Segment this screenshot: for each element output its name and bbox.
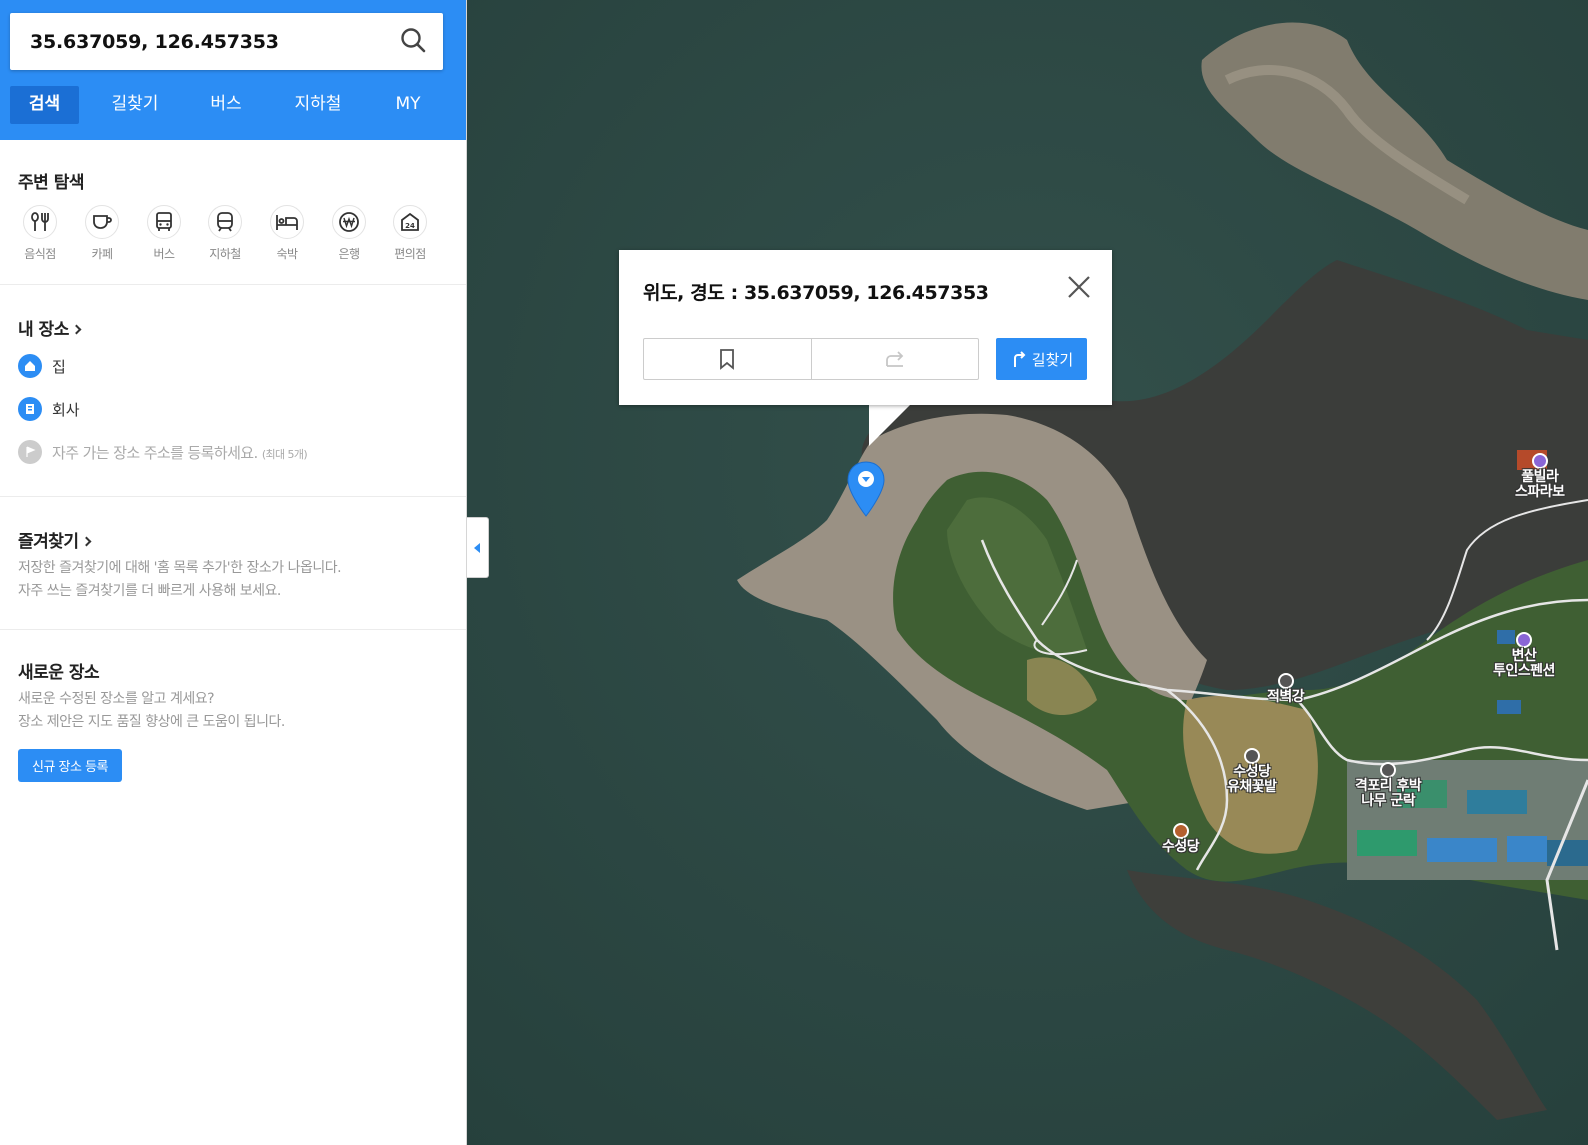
favorites-title[interactable]: 즐겨찾기 <box>18 527 92 552</box>
poi-byeonsan-pension[interactable]: 변산 투인스펜션 <box>1493 632 1555 679</box>
category-bus[interactable]: 버스 <box>139 205 189 262</box>
nearby-title: 주변 탐색 <box>18 173 84 193</box>
tab-search[interactable]: 검색 <box>10 86 79 124</box>
bed-icon <box>276 215 298 230</box>
new-places-section: 새로운 장소 새로운 수정된 장소를 알고 계세요? 장소 제안은 지도 품질 … <box>0 629 466 829</box>
building-icon <box>18 397 42 421</box>
flag-icon <box>18 440 42 464</box>
chevron-right-icon <box>71 324 82 335</box>
tab-my[interactable]: MY <box>376 86 440 124</box>
my-place-home[interactable]: 집 <box>18 354 66 378</box>
favorites-section: 즐겨찾기 저장한 즐겨찾기에 대해 '홈 목록 추가'한 장소가 나옵니다. 자… <box>0 496 466 629</box>
temple-icon <box>1172 823 1189 839</box>
my-place-work[interactable]: 회사 <box>18 397 80 421</box>
my-places-section: 내 장소 집 회사 자주 가는 장소 주소를 등록하세요. (최대 5개) <box>0 284 466 496</box>
category-convenience-store[interactable]: 24 편의점 <box>385 205 435 262</box>
main-tabs: 검색 길찾기 버스 지하철 MY <box>10 86 450 124</box>
bus-icon <box>156 212 172 231</box>
share-icon <box>885 351 904 367</box>
bookmark-icon <box>720 349 735 370</box>
new-places-title: 새로운 장소 <box>18 663 100 683</box>
close-button[interactable] <box>1066 274 1092 300</box>
coordinate-popup: 위도, 경도 : 35.637059, 126.457353 길찾기 <box>619 250 1112 405</box>
satellite-terrain <box>467 0 1588 1145</box>
category-lodging[interactable]: 숙박 <box>262 205 312 262</box>
24h-store-icon: 24 <box>401 212 419 231</box>
hotel-icon <box>1531 453 1548 469</box>
search-box <box>10 13 443 70</box>
category-cafe[interactable]: 카페 <box>77 205 127 262</box>
svg-text:24: 24 <box>405 222 415 230</box>
poi-suseongdang-field[interactable]: 수성당 유채꽃밭 <box>1227 748 1277 795</box>
popup-title: 위도, 경도 : 35.637059, 126.457353 <box>643 282 989 304</box>
subway-icon <box>217 212 233 232</box>
sidebar: 검색 길찾기 버스 지하철 MY 주변 탐색 음식점 카페 버스 지하철 숙박 <box>0 0 467 1145</box>
coffee-cup-icon <box>93 215 112 229</box>
location-pin-icon[interactable] <box>846 460 886 518</box>
camera-icon <box>1243 748 1260 764</box>
camera-icon <box>1380 762 1397 778</box>
share-button[interactable] <box>810 339 979 379</box>
bookmark-button[interactable] <box>644 339 811 379</box>
map-canvas[interactable]: 적벽강 수성당 유채꽃밭 격포리 후박 나무 군락 수성당 변산 투인스펜션 풀… <box>467 0 1588 1145</box>
camera-icon <box>1277 673 1294 689</box>
my-places-title[interactable]: 내 장소 <box>18 315 82 340</box>
popup-tail <box>869 404 911 446</box>
search-input[interactable] <box>30 13 390 70</box>
search-button[interactable] <box>399 26 429 56</box>
category-bank[interactable]: 은행 <box>324 205 374 262</box>
hotel-icon <box>1515 632 1532 648</box>
chevron-right-icon <box>81 536 92 547</box>
register-place-button[interactable]: 신규 장소 등록 <box>18 749 122 782</box>
category-restaurant[interactable]: 음식점 <box>15 205 65 262</box>
tab-subway[interactable]: 지하철 <box>278 86 358 124</box>
route-button[interactable]: 길찾기 <box>996 338 1087 380</box>
poi-poolvilla-spa[interactable]: 풀빌라 스파라보 <box>1515 453 1565 500</box>
my-place-add[interactable]: 자주 가는 장소 주소를 등록하세요. (최대 5개) <box>18 440 308 464</box>
poi-suseongdang[interactable]: 수성당 <box>1162 823 1200 855</box>
search-icon <box>401 28 426 53</box>
sidebar-collapse-button[interactable] <box>467 517 489 578</box>
favorites-description: 저장한 즐겨찾기에 대해 '홈 목록 추가'한 장소가 나옵니다. 자주 쓰는 … <box>18 560 342 599</box>
home-icon <box>18 354 42 378</box>
tab-directions[interactable]: 길찾기 <box>96 86 174 124</box>
fork-knife-icon <box>31 212 49 231</box>
search-header: 검색 길찾기 버스 지하철 MY <box>0 0 466 140</box>
poi-gyeokpori-forest[interactable]: 격포리 후박 나무 군락 <box>1355 762 1422 809</box>
popup-action-group <box>643 338 979 380</box>
close-icon <box>1068 276 1090 298</box>
route-icon <box>1013 351 1026 367</box>
tab-bus[interactable]: 버스 <box>190 86 262 124</box>
category-subway[interactable]: 지하철 <box>200 205 250 262</box>
won-icon <box>339 212 359 232</box>
poi-jeokbyeokgang[interactable]: 적벽강 <box>1267 673 1305 705</box>
new-places-description: 새로운 수정된 장소를 알고 계세요? 장소 제안은 지도 품질 향상에 큰 도… <box>18 691 285 730</box>
